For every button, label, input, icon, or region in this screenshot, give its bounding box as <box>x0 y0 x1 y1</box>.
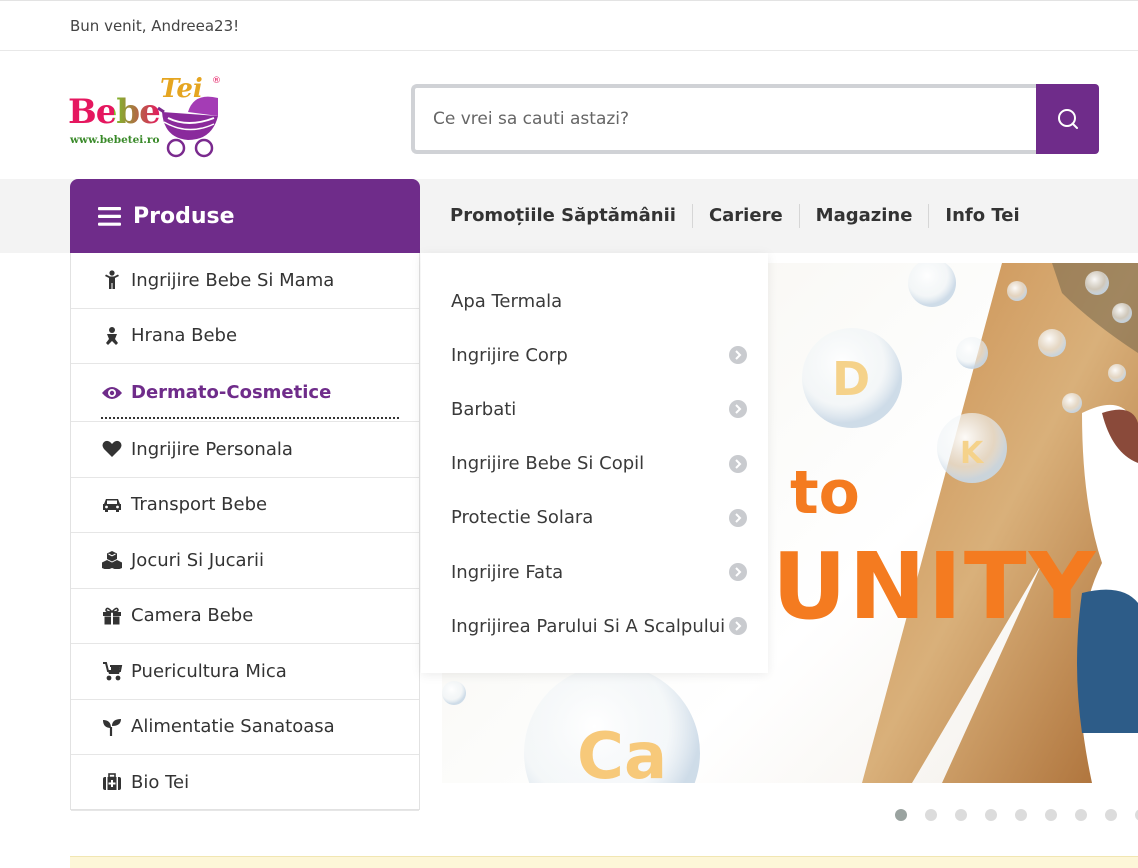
category-item-puericultura-mica[interactable]: Puericultura Mica <box>71 644 419 700</box>
submenu-item-ingrijire-bebe-copil[interactable]: Ingrijire Bebe Si Copil <box>421 437 768 491</box>
category-item-camera-bebe[interactable]: Camera Bebe <box>71 589 419 644</box>
submenu-label: Ingrijirea Parului Si A Scalpului <box>451 615 726 637</box>
products-menu-label: Produse <box>133 203 235 229</box>
category-label: Ingrijire Personala <box>131 438 293 460</box>
baby-icon <box>101 326 123 346</box>
category-item-jocuri-jucarii[interactable]: Jocuri Si Jucarii <box>71 533 419 589</box>
logo-tei: Tei <box>160 74 203 104</box>
carousel-dot[interactable] <box>925 809 937 821</box>
dermato-cosmetice-submenu: Apa Termala Ingrijire Corp Barbati Ingri… <box>421 253 768 673</box>
submenu-label: Ingrijire Fata <box>451 561 564 583</box>
chevron-right-icon <box>729 508 747 527</box>
products-menu-button[interactable]: Produse <box>70 179 420 253</box>
category-label: Dermato-Cosmetice <box>131 382 332 403</box>
nav-link-magazine[interactable]: Magazine <box>798 204 929 228</box>
submenu-label: Barbati <box>451 398 517 420</box>
category-label: Transport Bebe <box>131 494 268 516</box>
category-label: Alimentatie Sanatoasa <box>131 716 335 738</box>
stroller-icon <box>101 661 123 681</box>
category-label: Ingrijire Bebe Si Mama <box>131 269 335 291</box>
welcome-text: Bun venit, Andreea23! <box>70 17 240 35</box>
nav-link-cariere[interactable]: Cariere <box>691 204 799 228</box>
top-bar: Bun venit, Andreea23! <box>0 0 1138 51</box>
category-label: Hrana Bebe <box>131 325 238 347</box>
seedling-icon <box>101 717 123 737</box>
gift-icon <box>101 606 123 626</box>
submenu-label: Protectie Solara <box>451 507 594 529</box>
submenu-item-ingrijire-corp[interactable]: Ingrijire Corp <box>421 328 768 382</box>
category-item-transport-bebe[interactable]: Transport Bebe <box>71 478 419 533</box>
submenu-label: Ingrijire Corp <box>451 344 568 366</box>
child-icon <box>101 270 123 290</box>
carousel-dot[interactable] <box>1105 809 1117 821</box>
carousel-dot[interactable] <box>985 809 997 821</box>
category-label: Bio Tei <box>131 771 190 793</box>
nav-link-promotii[interactable]: Promoțiile Săptămânii <box>450 204 692 228</box>
category-item-ingrijire-personala[interactable]: Ingrijire Personala <box>71 422 419 478</box>
category-item-dermato-cosmetice[interactable]: Dermato-Cosmetice <box>71 364 419 422</box>
category-item-bio-tei[interactable]: Bio Tei <box>71 755 419 811</box>
category-label: Camera Bebe <box>131 605 254 627</box>
chevron-right-icon <box>729 454 747 473</box>
category-item-hrana-bebe[interactable]: Hrana Bebe <box>71 309 419 364</box>
carousel-dot[interactable] <box>1015 809 1027 821</box>
chevron-right-icon <box>729 346 747 365</box>
category-item-ingrijire-bebe-mama[interactable]: Ingrijire Bebe Si Mama <box>71 253 419 309</box>
logo-url: www.bebetei.ro <box>70 134 160 146</box>
submenu-item-ingrijire-fata[interactable]: Ingrijire Fata <box>421 545 768 599</box>
svg-text:to: to <box>790 458 860 528</box>
chevron-right-icon <box>729 617 747 636</box>
carousel-dot[interactable] <box>1045 809 1057 821</box>
bebetei-logo[interactable]: Bebe Tei ® www.bebetei.ro <box>68 74 228 160</box>
search-button[interactable] <box>1036 84 1099 154</box>
cubes-icon <box>101 550 123 570</box>
submenu-label: Ingrijire Bebe Si Copil <box>451 453 645 475</box>
category-label: Jocuri Si Jucarii <box>131 549 264 571</box>
carousel-dot[interactable] <box>955 809 967 821</box>
nav-link-info-tei[interactable]: Info Tei <box>928 204 1035 228</box>
category-list: Ingrijire Bebe Si Mama Hrana Bebe Dermat… <box>70 253 420 811</box>
main-nav: Promoțiile Săptămânii Cariere Magazine I… <box>450 179 1036 253</box>
medkit-icon <box>101 772 123 792</box>
hamburger-icon <box>98 206 121 226</box>
heart-icon <box>101 439 123 459</box>
submenu-item-ingrijirea-parului[interactable]: Ingrijirea Parului Si A Scalpului <box>421 599 768 653</box>
registered-mark: ® <box>212 76 221 86</box>
svg-text:D: D <box>832 352 870 406</box>
submenu-item-apa-termala[interactable]: Apa Termala <box>421 274 768 328</box>
svg-text:Ca: Ca <box>577 720 667 783</box>
carousel-dot[interactable] <box>1075 809 1087 821</box>
submenu-item-barbati[interactable]: Barbati <box>421 382 768 436</box>
svg-text:K: K <box>960 436 985 471</box>
eye-icon <box>101 383 123 403</box>
search-icon <box>1057 109 1078 129</box>
carousel-dot[interactable] <box>895 809 907 821</box>
category-label: Puericultura Mica <box>131 660 287 682</box>
logo-wordmark: Bebe <box>68 92 161 132</box>
notice-strip <box>70 856 1138 868</box>
car-icon <box>101 495 123 515</box>
search-bar <box>411 84 1099 154</box>
submenu-item-protectie-solara[interactable]: Protectie Solara <box>421 491 768 545</box>
chevron-right-icon <box>729 400 747 419</box>
carousel-dots <box>895 809 1138 823</box>
search-input[interactable] <box>411 84 1037 154</box>
svg-text:UNITY: UNITY <box>772 533 1097 640</box>
chevron-right-icon <box>729 563 747 582</box>
submenu-label: Apa Termala <box>451 290 563 312</box>
category-item-alimentatie-sanatoasa[interactable]: Alimentatie Sanatoasa <box>71 700 419 755</box>
